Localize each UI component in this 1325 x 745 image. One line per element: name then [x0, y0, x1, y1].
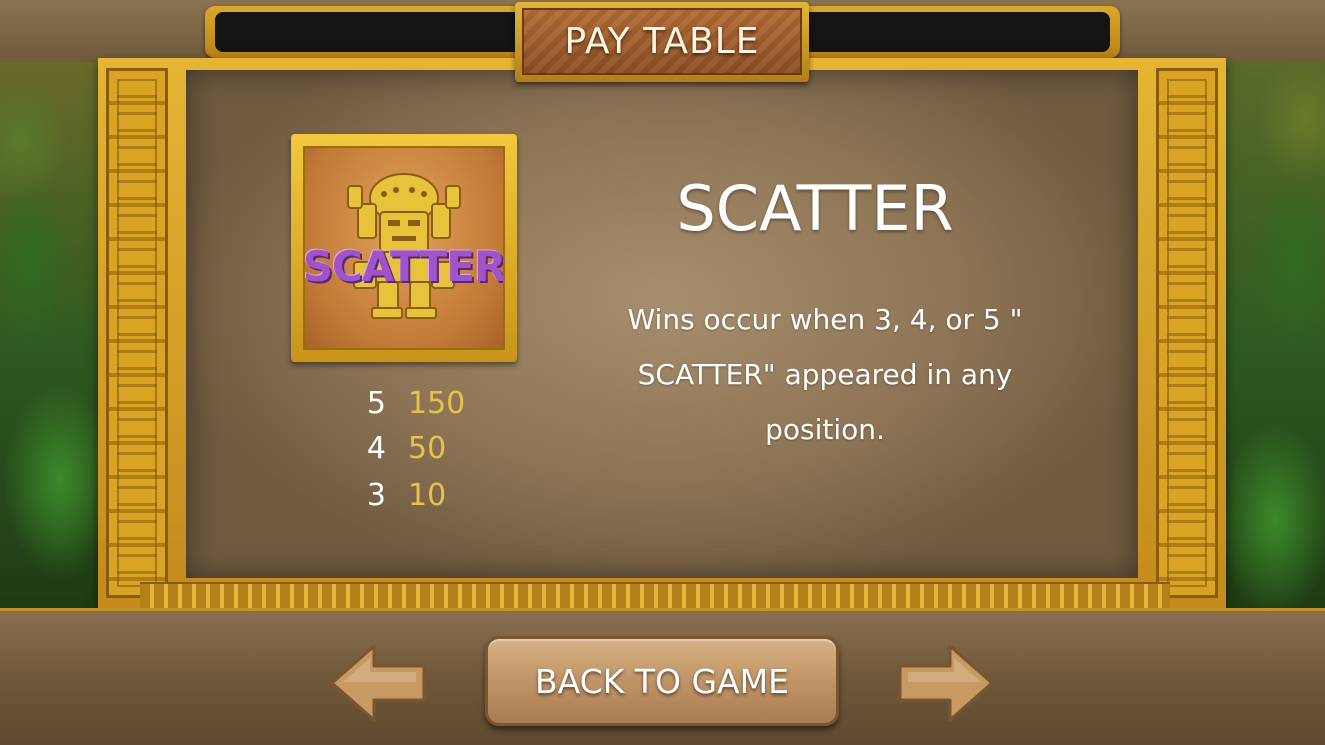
arrow-left-icon[interactable]: [328, 642, 428, 724]
description-line: Wins occur when 3, 4, or 5 ": [627, 303, 1023, 336]
payout-amount: 10: [408, 477, 447, 513]
right-pillar: [1156, 68, 1218, 598]
page-title: PAY TABLE: [564, 21, 760, 62]
scatter-symbol-label: SCATTER: [303, 242, 505, 291]
payout-count: 5: [366, 385, 386, 421]
back-to-game-button[interactable]: BACK TO GAME: [485, 636, 839, 726]
back-to-game-label: BACK TO GAME: [535, 661, 789, 701]
description-line: SCATTER" appeared in any: [637, 358, 1013, 391]
description-line: position.: [765, 413, 885, 446]
jungle-foliage-right: [1215, 60, 1325, 620]
payout-count: 3: [366, 477, 386, 513]
scatter-symbol: SCATTER: [291, 134, 517, 362]
symbol-description: Wins occur when 3, 4, or 5 " SCATTER" ap…: [600, 292, 1050, 457]
payout-row: 3 10: [340, 473, 480, 517]
payout-row: 5 150: [340, 381, 480, 425]
jungle-foliage-left: [0, 60, 110, 620]
payout-row: 4 50: [340, 426, 480, 470]
left-pillar: [106, 68, 168, 598]
payout-count: 4: [366, 430, 386, 466]
title-plaque-inner: PAY TABLE: [522, 8, 802, 75]
symbol-title: SCATTER: [676, 172, 954, 245]
payout-amount: 50: [408, 430, 447, 466]
payout-amount: 150: [408, 385, 466, 421]
scatter-symbol-face: SCATTER: [303, 146, 505, 350]
title-plaque: PAY TABLE: [515, 2, 809, 82]
arrow-right-icon[interactable]: [896, 642, 996, 724]
